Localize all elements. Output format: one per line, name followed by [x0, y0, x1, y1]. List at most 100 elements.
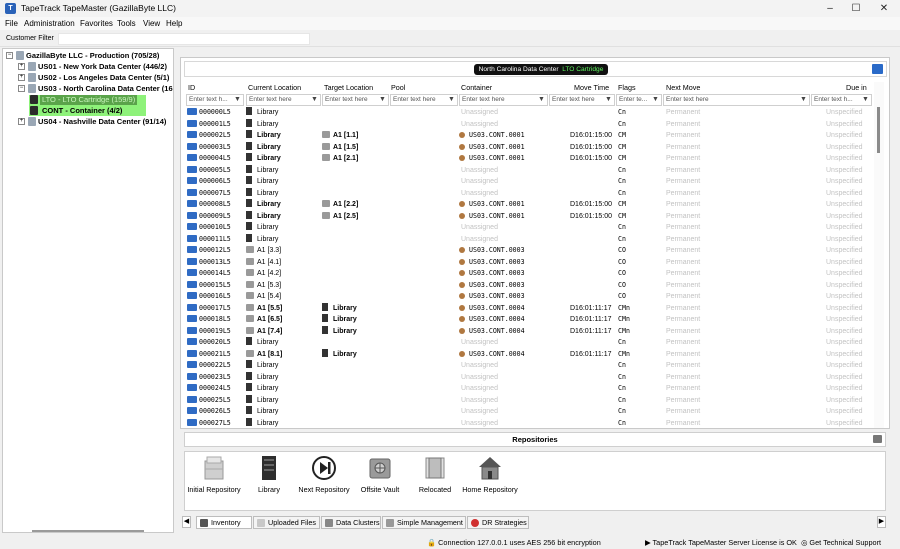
col-header-pool[interactable]: Pool: [391, 82, 405, 94]
table-row[interactable]: 000022L5 Library Unassigned Cn Permanent Unsp…: [184, 360, 874, 372]
maximize-button[interactable]: ☐: [849, 2, 863, 15]
tree-expander[interactable]: −: [18, 85, 25, 92]
funnel-icon[interactable]: ▼: [538, 96, 546, 104]
tree-horizontal-scrollbar[interactable]: [2, 530, 174, 533]
menu-tools[interactable]: Tools: [117, 19, 136, 28]
table-row[interactable]: 000018L5 A1 [6.5] Library US03.CONT.0004 D16…: [184, 314, 874, 326]
col-header-due-in[interactable]: Due in: [846, 82, 867, 94]
funnel-icon[interactable]: ▼: [448, 96, 456, 104]
repository-offsite-vault[interactable]: Offsite Vault: [352, 455, 408, 494]
repository-initial[interactable]: Initial Repository: [186, 455, 242, 494]
funnel-icon[interactable]: ▼: [605, 96, 613, 104]
tree-expander[interactable]: +: [18, 118, 25, 125]
table-row[interactable]: 000002L5 Library A1 [1.1] US03.CONT.0001 D16…: [184, 130, 874, 142]
col-header-id[interactable]: ID: [188, 82, 195, 94]
funnel-icon[interactable]: ▼: [862, 96, 870, 104]
funnel-icon[interactable]: ▼: [311, 96, 319, 104]
customer-filter-input[interactable]: [58, 33, 310, 45]
table-row[interactable]: 000019L5 A1 [7.4] Library US03.CONT.0004 D16…: [184, 325, 874, 338]
tab-scroll-right[interactable]: ▶: [877, 516, 886, 528]
table-row[interactable]: 000000L5 Library Unassigned Cn Permanent Unsp…: [184, 107, 874, 119]
table-row[interactable]: 000007L5 Library Unassigned Cn Permanent Unsp…: [184, 187, 874, 200]
table-row[interactable]: 000025L5 Library Unassigned Cn Permanent Unsp…: [184, 394, 874, 407]
col-header-next-move[interactable]: Next Move: [666, 82, 700, 94]
filter-target-location[interactable]: Enter text here ▼: [322, 94, 389, 106]
minimize-button[interactable]: –: [823, 2, 837, 15]
cell-move-time: D16:01:15:00: [570, 201, 613, 208]
filter-current-location[interactable]: Enter text here ▼: [246, 94, 321, 106]
table-row[interactable]: 000023L5 Library Unassigned Cn Permanent Unsp…: [184, 371, 874, 384]
cell-next-move: Permanent: [666, 224, 701, 231]
tree-expander[interactable]: +: [18, 74, 25, 81]
cell-id: 000017L5: [187, 303, 231, 315]
repository-home[interactable]: Home Repository: [462, 455, 518, 494]
table-row[interactable]: 000024L5 Library Unassigned Cn Permanent Unsp…: [184, 383, 874, 395]
tab-inventory[interactable]: Inventory: [196, 516, 252, 529]
col-header-target-location[interactable]: Target Location: [324, 82, 373, 94]
cell-current-location: A1 [5.5]: [246, 303, 282, 315]
menu-file[interactable]: File: [5, 19, 18, 28]
filter-container[interactable]: Enter text here ▼: [459, 94, 548, 106]
filter-pool[interactable]: Enter text here ▼: [390, 94, 458, 106]
table-row[interactable]: 000008L5 Library A1 [2.2] US03.CONT.0001 D16…: [184, 199, 874, 211]
table-row[interactable]: 000020L5 Library Unassigned Cn Permanent Unsp…: [184, 337, 874, 349]
menu-view[interactable]: View: [143, 19, 160, 28]
menu-administration[interactable]: Administration: [24, 19, 75, 28]
table-row[interactable]: 000001L5 Library Unassigned Cn Permanent Unsp…: [184, 118, 874, 131]
table-row[interactable]: 000011L5 Library Unassigned Cn Permanent Unsp…: [184, 233, 874, 246]
menu-help[interactable]: Help: [166, 19, 182, 28]
table-row[interactable]: 000016L5 A1 [5.4] US03.CONT.0003 CO Permanen…: [184, 291, 874, 303]
table-row[interactable]: 000005L5 Library Unassigned Cn Permanent Unsp…: [184, 164, 874, 177]
menu-favorites[interactable]: Favorites: [80, 19, 113, 28]
container-icon: [459, 143, 465, 150]
funnel-icon[interactable]: ▼: [800, 96, 808, 104]
table-row[interactable]: 000006L5 Library Unassigned Cn Permanent Unsp…: [184, 176, 874, 188]
table-row[interactable]: 000009L5 Library A1 [2.5] US03.CONT.0001 D16…: [184, 210, 874, 223]
filter-flags[interactable]: Enter te... ▼: [616, 94, 662, 106]
book-icon[interactable]: [872, 64, 883, 74]
tab-data-clusters[interactable]: Data Clusters: [321, 516, 381, 529]
tree-expander[interactable]: −: [6, 52, 13, 59]
grid-vertical-scrollbar[interactable]: [874, 82, 884, 428]
filter-next-move[interactable]: Enter text here ▼: [663, 94, 810, 106]
toolbox-icon[interactable]: [873, 435, 882, 443]
repository-relocated[interactable]: Relocated: [407, 455, 463, 494]
col-header-container[interactable]: Container: [461, 82, 492, 94]
tree-expander[interactable]: +: [18, 63, 25, 70]
cell-due-in: Unspecified: [826, 362, 863, 369]
table-row[interactable]: 000017L5 A1 [5.5] Library US03.CONT.0004 D16…: [184, 302, 874, 315]
tab-uploaded-files[interactable]: Uploaded Files: [253, 516, 320, 529]
repository-next[interactable]: Next Repository: [296, 455, 352, 494]
close-button[interactable]: ✕: [877, 2, 891, 15]
table-row[interactable]: 000027L5 Library Unassigned Cn Permanent Unsp…: [184, 417, 874, 430]
library-icon: [262, 456, 276, 480]
col-header-flags[interactable]: Flags: [618, 82, 636, 94]
filter-move-time[interactable]: Enter text here ▼: [549, 94, 615, 106]
cell-move-time: D16:01:11:17: [570, 350, 612, 358]
col-header-current-location[interactable]: Current Location: [248, 82, 301, 94]
filter-due-in[interactable]: Enter text h... ▼: [811, 94, 872, 106]
tab-dr-strategies[interactable]: DR Strategies: [467, 516, 529, 529]
table-row[interactable]: 000012L5 A1 [3.3] US03.CONT.0003 CO Permanen…: [184, 245, 874, 257]
table-row[interactable]: 000004L5 Library A1 [2.1] US03.CONT.0001 D16…: [184, 153, 874, 165]
tab-scroll-left[interactable]: ◀: [182, 516, 191, 528]
cell-current-location: Library: [246, 176, 278, 188]
repository-library[interactable]: Library: [241, 455, 297, 494]
datacenter-icon: [28, 117, 36, 126]
table-row[interactable]: 000010L5 Library Unassigned Cn Permanent Unsp…: [184, 222, 874, 234]
status-support[interactable]: ◎ Get Technical Support: [801, 536, 881, 549]
col-header-move-time[interactable]: Move Time: [574, 82, 609, 94]
slot-icon: [246, 246, 254, 253]
table-row[interactable]: 000003L5 Library A1 [1.5] US03.CONT.0001 D16…: [184, 141, 874, 154]
table-row[interactable]: 000021L5 A1 [8.1] Library US03.CONT.0004 D16…: [184, 348, 874, 361]
filter-id[interactable]: Enter text h... ▼: [186, 94, 244, 106]
tab-simple-management[interactable]: Simple Management: [382, 516, 466, 529]
funnel-icon[interactable]: ▼: [379, 96, 387, 104]
cell-container: Unassigned: [461, 224, 498, 231]
funnel-icon[interactable]: ▼: [234, 96, 242, 104]
table-row[interactable]: 000014L5 A1 [4.2] US03.CONT.0003 CO Permanen…: [184, 268, 874, 280]
funnel-icon[interactable]: ▼: [652, 96, 660, 104]
table-row[interactable]: 000015L5 A1 [5.3] US03.CONT.0003 CO Permanen…: [184, 280, 874, 292]
table-row[interactable]: 000026L5 Library Unassigned Cn Permanent Unsp…: [184, 406, 874, 418]
table-row[interactable]: 000013L5 A1 [4.1] US03.CONT.0003 CO Permanen…: [184, 257, 874, 269]
